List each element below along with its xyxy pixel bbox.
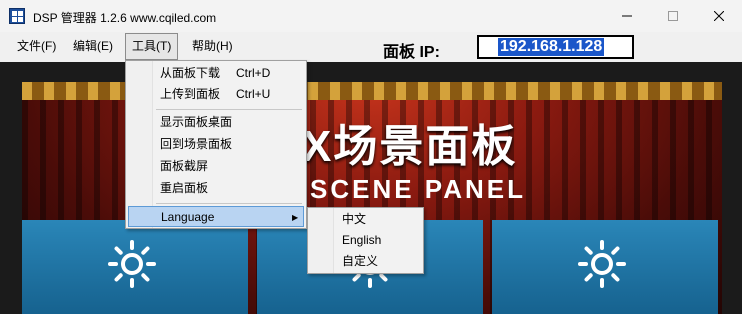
language-submenu: 中文 English 自定义: [307, 207, 424, 274]
language-option-english[interactable]: English: [310, 230, 421, 251]
minimize-button[interactable]: [604, 0, 650, 32]
menu-edit[interactable]: 编辑(E): [67, 34, 119, 58]
panel-preview: X场景面板 SCENE PANEL: [0, 62, 742, 314]
tools-menu-dropdown: 从面板下载 Ctrl+D 上传到面板 Ctrl+U 显示面板桌面 回到场景面板 …: [125, 60, 307, 229]
menu-item-label: English: [342, 233, 382, 247]
menu-item-restart-panel[interactable]: 重启面板: [128, 178, 304, 199]
menu-item-label: 面板截屏: [160, 159, 209, 173]
language-option-chinese[interactable]: 中文: [310, 209, 421, 230]
menu-item-label: 自定义: [342, 254, 379, 268]
menu-item-panel-screenshot[interactable]: 面板截屏: [128, 156, 304, 177]
menu-item-upload-to-panel[interactable]: 上传到面板 Ctrl+U: [128, 84, 304, 105]
panel-ip-input[interactable]: 192.168.1.128: [477, 35, 634, 59]
app-logo-icon: [9, 8, 25, 24]
panel-ip-value: 192.168.1.128: [498, 38, 605, 56]
language-option-custom[interactable]: 自定义: [310, 251, 421, 272]
menu-separator: [156, 203, 302, 204]
menu-separator: [156, 109, 302, 110]
close-button[interactable]: [696, 0, 742, 32]
menu-tools[interactable]: 工具(T): [125, 33, 179, 60]
menu-item-label: 从面板下载: [160, 66, 221, 80]
scene-tile[interactable]: [492, 220, 718, 314]
scene-tile[interactable]: [22, 220, 248, 314]
menu-item-label: 中文: [342, 212, 367, 226]
maximize-icon: [668, 11, 678, 21]
menu-item-label: 回到场景面板: [160, 137, 233, 151]
menu-item-language[interactable]: Language ▶: [128, 206, 304, 227]
menu-item-label: 重启面板: [160, 181, 209, 195]
menu-item-label: 上传到面板: [160, 87, 221, 101]
menu-item-shortcut: Ctrl+U: [236, 87, 271, 101]
title-bar: DSP 管理器 1.2.6 www.cqiled.com: [0, 0, 742, 32]
close-icon: [714, 11, 724, 21]
menu-item-label: 显示面板桌面: [160, 115, 233, 129]
menu-file[interactable]: 文件(F): [11, 34, 62, 58]
scene-subtitle: SCENE PANEL: [310, 174, 526, 204]
menu-item-label: Language: [161, 210, 215, 224]
sun-icon: [108, 240, 156, 288]
menu-item-shortcut: Ctrl+D: [236, 66, 271, 80]
minimize-icon: [622, 15, 632, 17]
window-title: DSP 管理器 1.2.6 www.cqiled.com: [33, 11, 217, 25]
sun-icon: [578, 240, 626, 288]
panel-ip-label: 面板 IP:: [383, 44, 440, 61]
menu-item-show-panel-desktop[interactable]: 显示面板桌面: [128, 112, 304, 133]
menu-item-download-from-panel[interactable]: 从面板下载 Ctrl+D: [128, 63, 304, 84]
maximize-button[interactable]: [650, 0, 696, 32]
submenu-arrow-icon: ▶: [292, 213, 299, 222]
menu-item-back-to-scene-panel[interactable]: 回到场景面板: [128, 134, 304, 155]
menu-help[interactable]: 帮助(H): [186, 34, 239, 58]
scene-title: X场景面板: [302, 122, 518, 171]
